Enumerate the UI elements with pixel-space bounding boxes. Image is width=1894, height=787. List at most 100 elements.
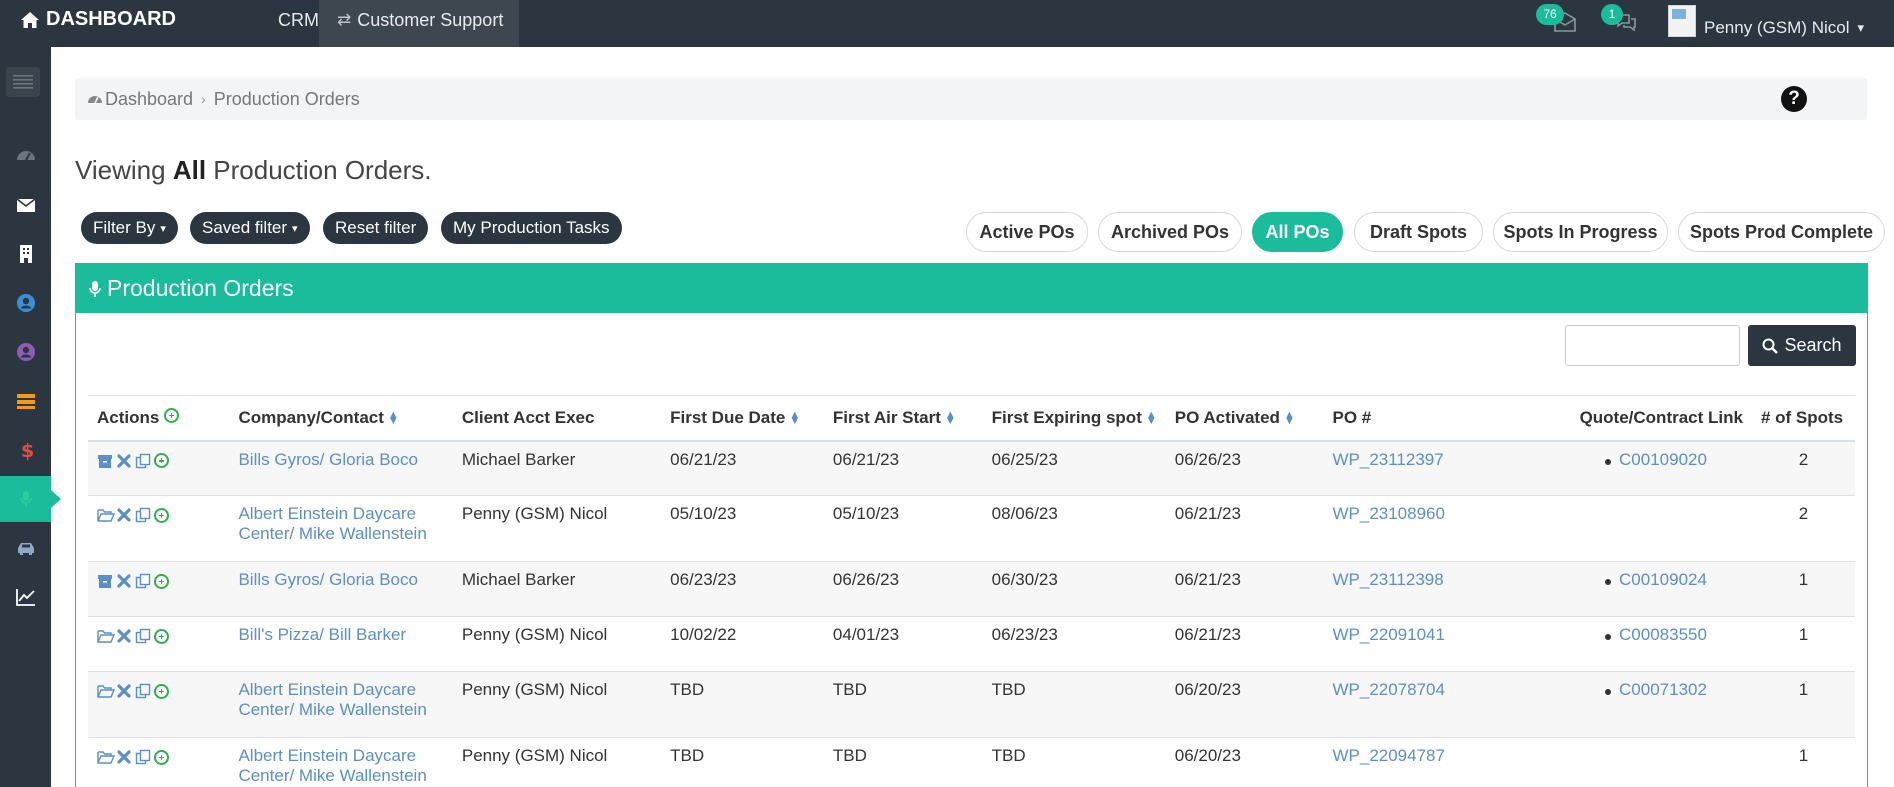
folder-open-icon[interactable] [97,683,116,699]
user-circle-icon [16,294,35,312]
delete-icon[interactable] [116,507,132,523]
sidebar-item-orders[interactable] [0,378,51,424]
user-menu[interactable]: Penny (GSM) Nicol ▾ [1668,4,1864,38]
tab-draft-spots[interactable]: Draft Spots [1354,212,1483,252]
tab-spots-in-progress[interactable]: Spots In Progress [1493,212,1668,252]
cell-company: Albert Einstein Daycare Center/ Mike Wall… [229,737,453,787]
archive-icon[interactable] [97,453,113,469]
cell-activated: 06/20/23 [1165,737,1324,787]
copy-icon[interactable] [135,573,151,589]
delete-icon[interactable] [116,749,132,765]
add-spot-button[interactable] [154,507,169,523]
breadcrumb-dashboard-link[interactable]: Dashboard [105,89,193,110]
company-link[interactable]: Bills Gyros/ Gloria Boco [238,570,418,589]
reset-filter-button[interactable]: Reset filter [323,212,429,244]
tab-active-pos[interactable]: Active POs [966,212,1088,252]
po-link[interactable]: WP_23112398 [1332,570,1443,589]
chevron-down-icon: ▾ [292,222,298,235]
company-link[interactable]: Albert Einstein Daycare Center/ Mike Wall… [238,504,426,543]
col-activated[interactable]: PO Activated ▲ ▼ [1165,395,1324,442]
cell-po: WP_23112397 [1323,440,1567,496]
add-po-button[interactable] [164,407,180,423]
add-spot-button[interactable] [154,749,169,765]
copy-icon[interactable] [135,628,151,644]
top-navbar: DASHBOARD CRM ⇄ Customer Support 76 1 Pe… [0,0,1894,47]
breadcrumb-current: Production Orders [213,88,360,109]
sidebar-item-production[interactable] [0,476,61,522]
sidebar-item-companies[interactable] [0,231,51,277]
col-due[interactable]: First Due Date ▲ ▼ [661,395,824,442]
nav-customer-support-label: Customer Support [357,10,504,30]
cell-activated: 06/26/23 [1165,440,1324,496]
delete-icon[interactable] [116,573,132,589]
my-production-tasks-label: My Production Tasks [453,218,610,237]
folder-open-icon[interactable] [97,507,116,523]
search-button[interactable]: Search [1748,325,1856,366]
delete-icon[interactable] [116,683,132,699]
brand-link[interactable]: DASHBOARD [20,8,176,31]
po-link[interactable]: WP_23112397 [1332,450,1443,469]
cell-air: 04/01/23 [823,616,983,672]
cell-spots: 1 [1751,616,1855,672]
company-link[interactable]: Bill's Pizza/ Bill Barker [238,625,406,644]
sidebar-item-contacts[interactable] [0,280,51,326]
copy-icon[interactable] [135,507,151,523]
col-expiring[interactable]: First Expiring spot ▲ ▼ [982,395,1166,442]
quote-link[interactable]: C00071302 [1597,680,1707,700]
cell-exec: Michael Barker [452,440,662,496]
col-air[interactable]: First Air Start ▲ ▼ [823,395,983,442]
sidebar-item-dashboard[interactable] [0,133,51,179]
sidebar-item-mail[interactable] [0,182,51,228]
saved-filter-label: Saved filter [202,218,288,237]
po-link[interactable]: WP_22094787 [1332,746,1444,765]
col-spots: # of Spots [1751,395,1855,442]
help-button[interactable]: ? [1781,86,1807,112]
tab-all-pos[interactable]: All POs [1252,212,1343,252]
table-row: Albert Einstein Daycare Center/ Mike Wall… [88,495,1855,562]
company-link[interactable]: Bills Gyros/ Gloria Boco [238,450,418,469]
add-spot-button[interactable] [154,683,169,699]
folder-open-icon[interactable] [97,749,116,765]
filter-by-button[interactable]: Filter By ▾ [81,212,178,244]
reset-filter-label: Reset filter [335,218,417,237]
sidebar-item-traffic[interactable] [0,525,51,571]
archive-icon[interactable] [97,573,113,589]
sidebar-item-reports[interactable] [0,574,51,620]
my-production-tasks-button[interactable]: My Production Tasks [441,212,622,244]
sidebar-item-billing[interactable]: $ [0,427,51,473]
nav-customer-support[interactable]: ⇄ Customer Support [319,0,520,47]
cell-spots: 1 [1751,671,1855,738]
cell-actions [88,561,230,617]
quote-link[interactable]: C00109024 [1597,570,1707,590]
page-title-bold: All [172,155,207,185]
copy-icon[interactable] [135,683,151,699]
po-link[interactable]: WP_22091041 [1332,625,1444,644]
copy-icon[interactable] [135,453,151,469]
sidebar-item-users[interactable] [0,329,51,375]
company-link[interactable]: Albert Einstein Daycare Center/ Mike Wall… [238,746,426,785]
company-link[interactable]: Albert Einstein Daycare Center/ Mike Wall… [238,680,426,719]
po-link[interactable]: WP_22078704 [1332,680,1444,699]
saved-filter-button[interactable]: Saved filter ▾ [190,212,310,244]
page-title: Viewing All Production Orders. [75,155,432,186]
quote-link[interactable]: C00109020 [1597,450,1707,470]
cell-exec: Penny (GSM) Nicol [452,495,662,562]
delete-icon[interactable] [116,628,132,644]
cell-air: 06/21/23 [823,440,983,496]
search-input[interactable] [1565,325,1740,366]
add-spot-button[interactable] [154,573,169,589]
copy-icon[interactable] [135,749,151,765]
nav-crm[interactable]: CRM [278,10,319,31]
delete-icon[interactable] [116,453,132,469]
add-spot-button[interactable] [154,453,169,468]
sidebar-toggle-button[interactable] [6,67,40,97]
po-link[interactable]: WP_23108960 [1332,504,1444,523]
quote-link[interactable]: C00083550 [1597,625,1707,645]
tab-spots-prod-complete[interactable]: Spots Prod Complete [1678,212,1885,252]
tab-archived-pos[interactable]: Archived POs [1098,212,1242,252]
folder-open-icon[interactable] [97,628,116,644]
cell-actions [88,495,230,562]
cell-activated: 06/21/23 [1165,561,1324,617]
add-spot-button[interactable] [154,628,169,644]
col-company[interactable]: Company/Contact ▲ ▼ [229,395,453,442]
